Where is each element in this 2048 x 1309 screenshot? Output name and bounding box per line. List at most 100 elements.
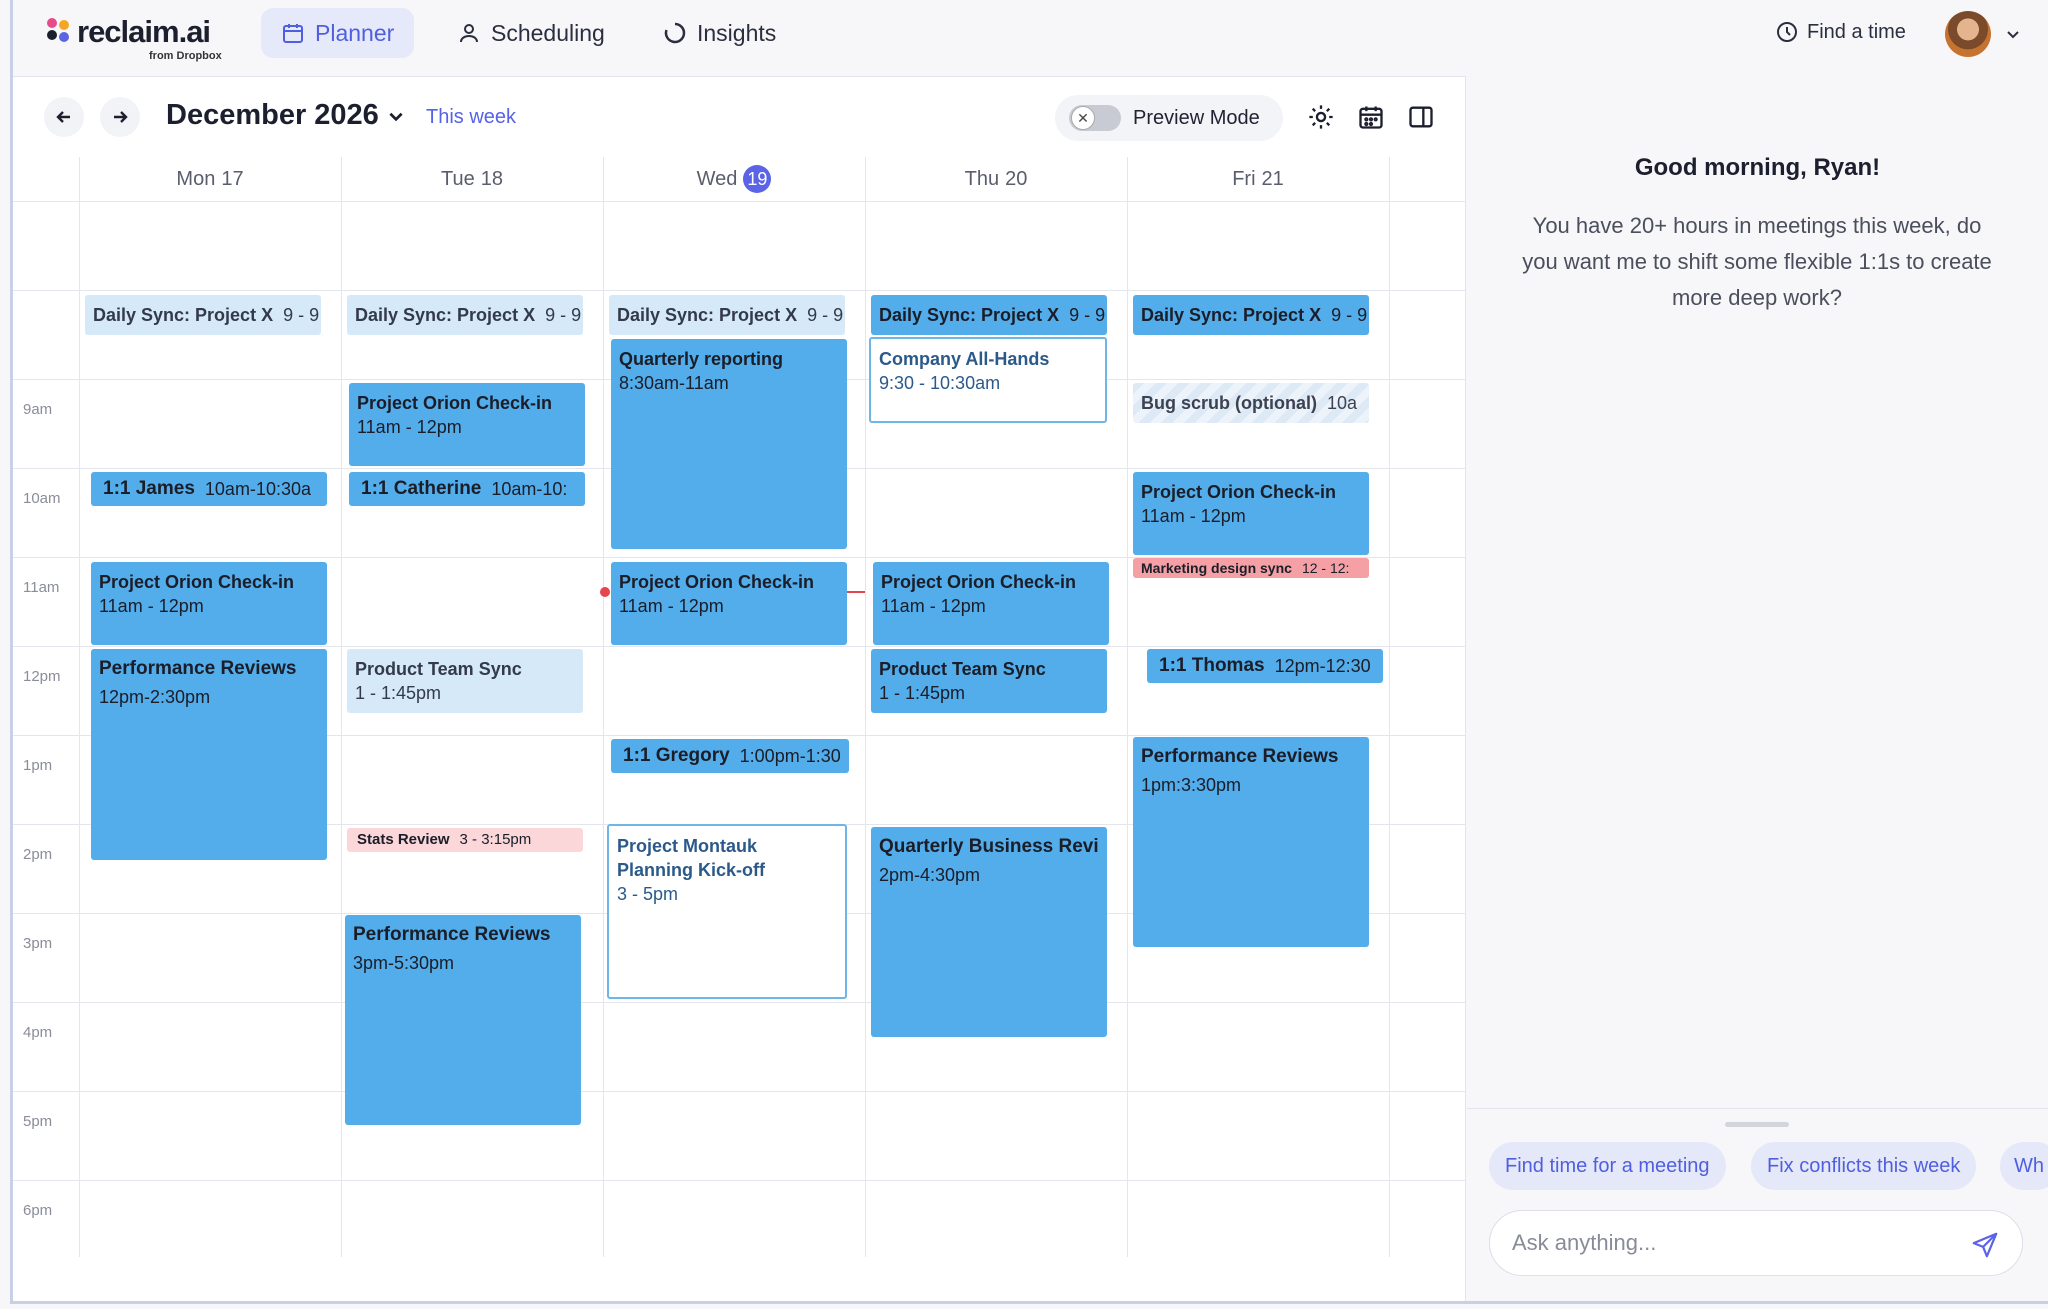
event-orion-checkin[interactable]: Project Orion Check-in 11am - 12pm — [349, 383, 585, 466]
suggestion-chip[interactable]: Fix conflicts this week — [1751, 1142, 1977, 1190]
day-num: 21 — [1261, 167, 1284, 190]
preview-mode-label: Preview Mode — [1133, 106, 1260, 129]
brand-sub: from Dropbox — [149, 50, 222, 62]
find-time-button[interactable]: Find a time — [1775, 20, 1906, 44]
suggestion-chip[interactable]: Wh — [2000, 1142, 2048, 1190]
event-stats-review[interactable]: Stats Review 3 - 3:15pm — [347, 828, 583, 852]
hour-label: 11am — [23, 579, 60, 596]
event-company-all-hands[interactable]: Company All-Hands 9:30 - 10:30am — [869, 337, 1107, 423]
event-daily-sync[interactable]: Daily Sync: Project X 9 - 9 — [609, 295, 845, 335]
app-window: reclaim.ai from Dropbox Planner Scheduli… — [0, 0, 2048, 1309]
chevron-down-icon — [389, 112, 403, 121]
event-time: 9 - 9 — [1331, 305, 1368, 325]
event-quarterly-business-review[interactable]: Quarterly Business Revi 2pm-4:30pm — [871, 827, 1107, 1037]
month-selector[interactable]: December 2026 — [166, 99, 405, 132]
tab-insights[interactable]: Insights — [643, 8, 796, 58]
grid-line — [13, 646, 1466, 647]
day-header-fri[interactable]: Fri 21 — [1127, 157, 1389, 201]
event-time: 11am - 12pm — [881, 596, 986, 616]
gear-icon[interactable] — [1307, 103, 1335, 131]
event-title: Stats Review — [357, 831, 450, 848]
event-daily-sync[interactable]: Daily Sync: Project X 9 - 9 — [85, 295, 321, 335]
day-header-mon[interactable]: Mon 17 — [79, 157, 341, 201]
tab-planner[interactable]: Planner — [261, 8, 415, 58]
calendar-view-icon[interactable] — [1357, 103, 1385, 131]
brand-name: reclaim.ai — [77, 14, 211, 49]
event-orion-checkin[interactable]: Project Orion Check-in 11am - 12pm — [91, 562, 327, 645]
event-orion-checkin[interactable]: Project Orion Check-in 11am - 12pm — [873, 562, 1109, 645]
avatar[interactable] — [1945, 11, 1991, 57]
current-time-dot — [600, 587, 610, 597]
next-week-button[interactable] — [100, 97, 140, 137]
event-title: 1:1 James — [103, 478, 195, 499]
event-one-on-one[interactable]: 1:1 Thomas 12pm-12:30 — [1147, 649, 1383, 683]
ask-input[interactable]: Ask anything... — [1489, 1210, 2023, 1276]
grid-line — [341, 157, 342, 1257]
hour-label: 6pm — [23, 1202, 53, 1219]
event-daily-sync[interactable]: Daily Sync: Project X 9 - 9 — [871, 295, 1107, 335]
day-name: Thu — [964, 167, 1000, 190]
event-time: 12pm-12:30 — [1274, 656, 1371, 676]
event-time: 9:30 - 10:30am — [879, 373, 1001, 393]
this-week-link[interactable]: This week — [426, 106, 516, 129]
event-time: 1 - 1:45pm — [355, 683, 442, 703]
day-header-thu[interactable]: Thu 20 — [865, 157, 1127, 201]
event-quarterly-reporting[interactable]: Quarterly reporting 8:30am-11am — [611, 339, 847, 549]
event-performance-reviews[interactable]: Performance Reviews 1pm:3:30pm — [1133, 737, 1369, 947]
day-header-wed[interactable]: Wed 19 — [603, 157, 865, 201]
tab-scheduling[interactable]: Scheduling — [437, 8, 625, 58]
day-name: Tue — [441, 167, 475, 190]
event-marketing-design-sync[interactable]: Marketing design sync 12 - 12: — [1133, 558, 1369, 578]
event-title: Performance Reviews — [1141, 746, 1339, 767]
current-time-line — [847, 591, 865, 593]
find-time-label: Find a time — [1807, 20, 1906, 43]
event-performance-reviews[interactable]: Performance Reviews 12pm-2:30pm — [91, 649, 327, 860]
event-time: 11am - 12pm — [619, 596, 724, 616]
grid-line — [603, 157, 604, 1257]
event-daily-sync[interactable]: Daily Sync: Project X 9 - 9 — [1133, 295, 1369, 335]
event-time: 1 - 1:45pm — [879, 683, 966, 703]
grid-line — [13, 1180, 1466, 1181]
grid-line — [13, 1091, 1466, 1092]
event-title: Quarterly reporting — [619, 349, 784, 369]
sidebar-toggle-icon[interactable] — [1407, 103, 1435, 131]
event-title: Project Orion Check-in — [881, 572, 1077, 592]
grid-line — [1389, 157, 1390, 1257]
event-one-on-one[interactable]: 1:1 Gregory 1:00pm-1:30 — [611, 739, 849, 773]
logo-dots-icon — [45, 18, 75, 48]
toggle-switch[interactable]: ✕ — [1069, 105, 1121, 131]
divider — [1467, 1108, 2048, 1109]
event-product-team-sync[interactable]: Product Team Sync 1 - 1:45pm — [347, 649, 583, 713]
preview-mode-toggle[interactable]: ✕ Preview Mode — [1055, 95, 1283, 141]
hour-label: 1pm — [23, 757, 53, 774]
calendar-icon — [283, 24, 303, 43]
day-num: 18 — [480, 167, 503, 190]
event-title-line2: Planning Kick-off — [617, 860, 765, 880]
insights-icon — [664, 22, 686, 44]
event-orion-checkin[interactable]: Project Orion Check-in 11am - 12pm — [1133, 472, 1369, 555]
suggestion-chip[interactable]: Find time for a meeting — [1489, 1142, 1726, 1190]
tab-planner-label: Planner — [315, 19, 395, 46]
arrow-left-icon — [56, 111, 70, 123]
event-title: Bug scrub (optional) — [1141, 393, 1317, 413]
event-time: 9 - 9 — [1069, 305, 1106, 325]
event-title: 1:1 Thomas — [1159, 655, 1265, 676]
event-product-team-sync[interactable]: Product Team Sync 1 - 1:45pm — [871, 649, 1107, 713]
event-project-montauk[interactable]: Project Montauk Planning Kick-off 3 - 5pm — [607, 824, 847, 999]
chevron-down-icon[interactable] — [2005, 26, 2021, 42]
event-bug-scrub[interactable]: Bug scrub (optional) 10a — [1133, 383, 1369, 423]
hour-label: 5pm — [23, 1113, 53, 1130]
event-time: 11am - 12pm — [99, 596, 204, 616]
today-badge: 19 — [743, 165, 772, 193]
event-one-on-one[interactable]: 1:1 Catherine 10am-10: — [349, 472, 585, 506]
event-orion-checkin[interactable]: Project Orion Check-in 11am - 12pm — [611, 562, 847, 645]
drag-handle[interactable] — [1725, 1122, 1789, 1127]
send-icon[interactable] — [1970, 1230, 2000, 1260]
event-one-on-one[interactable]: 1:1 James 10am-10:30a — [91, 472, 327, 506]
day-header-tue[interactable]: Tue 18 — [341, 157, 603, 201]
prev-week-button[interactable] — [44, 97, 84, 137]
event-daily-sync[interactable]: Daily Sync: Project X 9 - 9 — [347, 295, 583, 335]
clock-icon — [1777, 22, 1797, 42]
event-title: Performance Reviews — [353, 924, 551, 945]
event-performance-reviews[interactable]: Performance Reviews 3pm-5:30pm — [345, 915, 581, 1125]
